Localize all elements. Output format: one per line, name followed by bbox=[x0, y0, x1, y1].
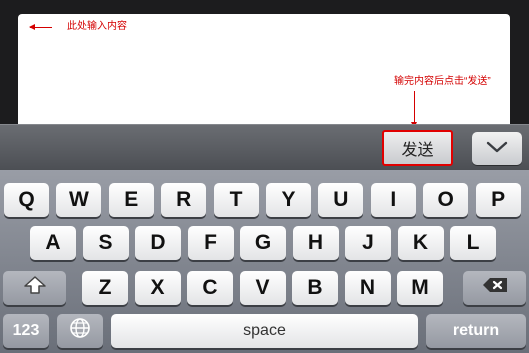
shift-arrow-icon bbox=[23, 275, 47, 301]
key-f[interactable]: F bbox=[187, 226, 234, 260]
key-u[interactable]: U bbox=[318, 183, 364, 217]
key-r[interactable]: R bbox=[161, 183, 207, 217]
input-toolbar: 发送 bbox=[0, 124, 529, 170]
key-d[interactable]: D bbox=[135, 226, 181, 260]
delete-key[interactable] bbox=[463, 271, 526, 305]
key-n[interactable]: N bbox=[344, 271, 391, 305]
space-key[interactable]: space bbox=[111, 314, 418, 348]
key-w[interactable]: W bbox=[56, 183, 102, 217]
shift-key[interactable] bbox=[3, 271, 66, 305]
hint-arrow bbox=[29, 24, 52, 30]
key-e[interactable]: E bbox=[108, 183, 154, 217]
send-callout-text: 输完内容后点击“发送” bbox=[394, 76, 491, 87]
backspace-icon bbox=[481, 276, 509, 300]
key-p[interactable]: P bbox=[475, 183, 521, 217]
send-callout-arrow bbox=[411, 91, 417, 128]
globe-key[interactable] bbox=[57, 314, 103, 348]
key-g[interactable]: G bbox=[240, 226, 286, 260]
key-o[interactable]: O bbox=[423, 183, 469, 217]
hide-keyboard-button[interactable] bbox=[472, 132, 522, 165]
compose-text-area[interactable]: 此处输入内容 bbox=[18, 14, 510, 132]
key-a[interactable]: A bbox=[30, 226, 76, 260]
key-v[interactable]: V bbox=[239, 271, 286, 305]
key-s[interactable]: S bbox=[82, 226, 129, 260]
key-i[interactable]: I bbox=[370, 183, 416, 217]
key-x[interactable]: X bbox=[134, 271, 181, 305]
key-m[interactable]: M bbox=[397, 271, 443, 305]
key-q[interactable]: Q bbox=[4, 183, 49, 217]
key-j[interactable]: J bbox=[345, 226, 391, 260]
numbers-key[interactable]: 123 bbox=[3, 314, 49, 348]
globe-icon bbox=[69, 317, 91, 345]
compose-hint-text: 此处输入内容 bbox=[67, 21, 127, 32]
chevron-down-icon bbox=[486, 140, 508, 158]
key-y[interactable]: Y bbox=[266, 183, 311, 217]
send-button[interactable]: 发送 bbox=[382, 130, 453, 166]
key-h[interactable]: H bbox=[292, 226, 339, 260]
keyboard: QWERTYUIOP ASDFGHJKL ZXCVBNM 123 space r… bbox=[0, 170, 529, 353]
return-key[interactable]: return bbox=[426, 314, 526, 348]
key-z[interactable]: Z bbox=[82, 271, 128, 305]
key-c[interactable]: C bbox=[187, 271, 233, 305]
key-b[interactable]: B bbox=[292, 271, 338, 305]
key-l[interactable]: L bbox=[450, 226, 496, 260]
key-t[interactable]: T bbox=[213, 183, 259, 217]
key-k[interactable]: K bbox=[397, 226, 444, 260]
